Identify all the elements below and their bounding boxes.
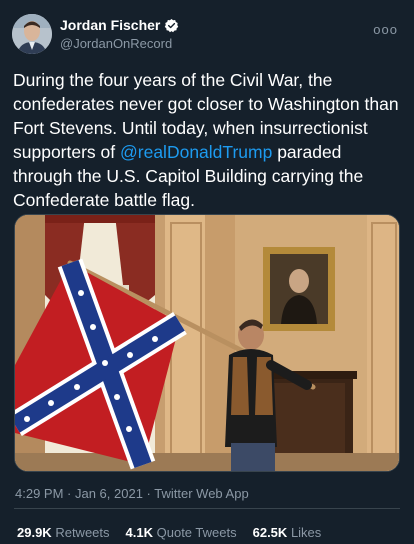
retweets-count: 29.9K — [17, 525, 52, 540]
meta-separator-1: · — [63, 486, 75, 501]
tweet-client[interactable]: Twitter Web App — [154, 486, 248, 501]
author-display-name[interactable]: Jordan Fischer — [60, 17, 160, 34]
author-display-name-row[interactable]: Jordan Fischer — [60, 17, 179, 34]
likes-count: 62.5K — [252, 525, 288, 540]
more-dots-icon[interactable]: ooo — [373, 22, 398, 37]
engagement-stats: 29.9K Retweets 4.1K Quote Tweets 62.5K L… — [17, 525, 321, 540]
author-handle[interactable]: @JordanOnRecord — [60, 36, 179, 52]
tweet-date[interactable]: Jan 6, 2021 — [75, 486, 143, 501]
likes-label: Likes — [290, 525, 322, 540]
tweet-photo[interactable] — [14, 214, 400, 472]
retweets-label: Retweets — [55, 525, 110, 540]
meta-separator-2: · — [142, 486, 155, 501]
tweet-header: Jordan Fischer @JordanOnRecord ooo — [12, 14, 402, 58]
divider — [14, 508, 400, 509]
retweets-stat[interactable]: 29.9K Retweets — [17, 525, 110, 540]
verified-badge-icon — [164, 18, 179, 33]
tweet-meta: 4:29 PM · Jan 6, 2021 · Twitter Web App — [15, 486, 249, 501]
quote-tweets-stat[interactable]: 4.1K Quote Tweets — [126, 525, 237, 540]
likes-stat[interactable]: 62.5K Likes — [253, 525, 322, 540]
avatar[interactable] — [12, 14, 52, 54]
author-names: Jordan Fischer @JordanOnRecord — [60, 17, 179, 51]
mention-link[interactable]: @realDonaldTrump — [120, 142, 272, 162]
quote-tweets-count: 4.1K — [125, 525, 153, 540]
tweet-text: During the four years of the Civil War, … — [13, 68, 405, 212]
tweet-time[interactable]: 4:29 PM — [15, 486, 63, 501]
quote-tweets-label: Quote Tweets — [156, 525, 237, 540]
